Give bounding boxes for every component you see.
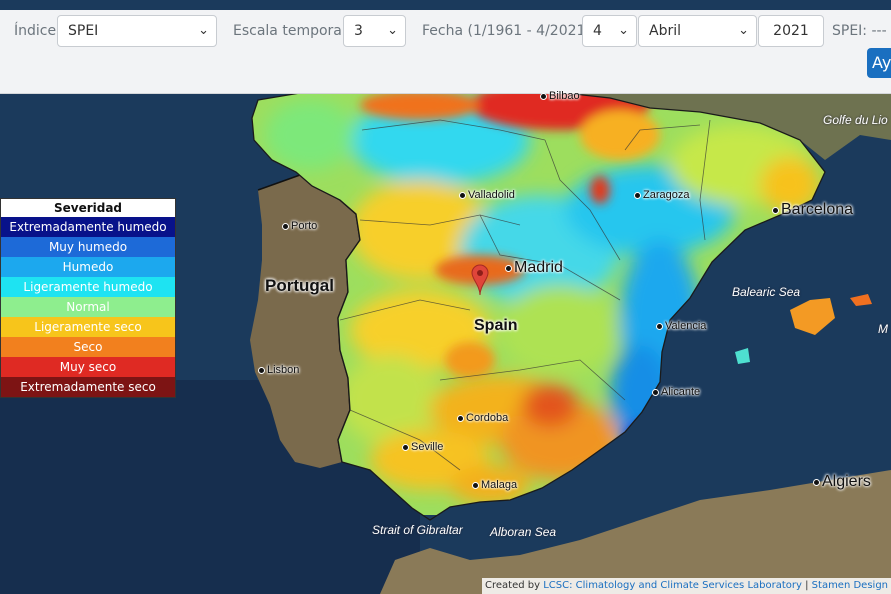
city-algiers[interactable]: Algiers	[814, 473, 871, 491]
country-spain: Spain	[474, 317, 518, 334]
legend-item: Normal	[1, 297, 175, 317]
legend-item: Muy humedo	[1, 237, 175, 257]
year-input-value: 2021	[773, 23, 809, 39]
city-dot-icon	[259, 367, 264, 373]
sea-golfe-du-lion: Golfe du Lio	[823, 113, 888, 127]
city-dot-icon	[773, 207, 778, 213]
index-select-value: SPEI	[68, 23, 99, 39]
year-input[interactable]: 2021	[758, 15, 824, 47]
city-malaga[interactable]: Malaga	[473, 479, 517, 491]
city-dot-icon	[460, 192, 465, 198]
legend-item: Extremadamente seco	[1, 377, 175, 397]
month-select[interactable]: Abril ⌄	[638, 15, 757, 47]
city-porto[interactable]: Porto	[283, 220, 317, 232]
index-select[interactable]: SPEI ⌄	[57, 15, 217, 47]
sea-label-partial: M	[878, 322, 888, 336]
city-valladolid[interactable]: Valladolid	[460, 189, 515, 201]
city-dot-icon	[653, 389, 658, 395]
legend-item: Ligeramente humedo	[1, 277, 175, 297]
city-cordoba[interactable]: Cordoba	[458, 412, 508, 424]
city-dot-icon	[541, 93, 546, 99]
city-dot-icon	[814, 479, 819, 485]
sea-alboran: Alboran Sea	[490, 525, 557, 539]
scale-select[interactable]: 3 ⌄	[343, 15, 406, 47]
legend-title: Severidad	[53, 201, 123, 215]
map-marker-icon[interactable]	[471, 264, 489, 296]
day-select-value: 4	[593, 23, 602, 39]
city-dot-icon	[657, 323, 662, 329]
city-barcelona[interactable]: Barcelona	[773, 201, 853, 219]
city-dot-icon	[635, 192, 640, 198]
city-lisbon[interactable]: Lisbon	[259, 364, 299, 376]
legend-item: Ligeramente seco	[1, 317, 175, 337]
toolbar: Índice SPEI ⌄ Escala temporal 3 ⌄ Fecha …	[0, 10, 891, 94]
city-seville[interactable]: Seville	[403, 441, 443, 453]
city-dot-icon	[473, 482, 478, 488]
chevron-down-icon: ⌄	[738, 23, 749, 38]
map-attribution: Created by LCSC: Climatology and Climate…	[482, 578, 891, 594]
city-dot-icon	[283, 223, 288, 229]
city-zaragoza[interactable]: Zaragoza	[635, 189, 689, 201]
chevron-down-icon: ⌄	[618, 23, 629, 38]
legend-item: Muy seco	[1, 357, 175, 377]
spei-value-label: SPEI: ---	[832, 23, 887, 39]
legend-item: Seco	[1, 337, 175, 357]
city-madrid[interactable]: Madrid	[506, 259, 563, 277]
city-dot-icon	[506, 265, 511, 271]
lcsc-link[interactable]: LCSC: Climatology and Climate Services L…	[543, 580, 802, 591]
stamen-link[interactable]: Stamen Design	[812, 580, 888, 591]
severity-legend: Severidad Extremadamente humedo Muy humed…	[0, 198, 176, 398]
legend-item: Extremadamente humedo	[1, 217, 175, 237]
sea-strait-gibraltar: Strait of Gibraltar	[372, 523, 463, 537]
scale-select-value: 3	[354, 23, 363, 39]
month-select-value: Abril	[649, 23, 681, 39]
chevron-down-icon: ⌄	[387, 23, 398, 38]
city-valencia[interactable]: Valencia	[657, 320, 706, 332]
city-dot-icon	[458, 415, 463, 421]
sea-balearic: Balearic Sea	[732, 285, 801, 299]
city-dot-icon	[403, 444, 408, 450]
help-button[interactable]: Ay	[867, 48, 891, 78]
day-select[interactable]: 4 ⌄	[582, 15, 637, 47]
index-label: Índice	[14, 23, 57, 39]
city-alicante[interactable]: Alicante	[653, 386, 700, 398]
scale-label: Escala temporal	[233, 23, 346, 39]
chevron-down-icon: ⌄	[198, 23, 209, 38]
date-label: Fecha (1/1961 - 4/2021)	[422, 23, 591, 39]
country-portugal: Portugal	[265, 276, 334, 295]
city-bilbao[interactable]: Bilbao	[541, 90, 580, 102]
legend-item: Humedo	[1, 257, 175, 277]
